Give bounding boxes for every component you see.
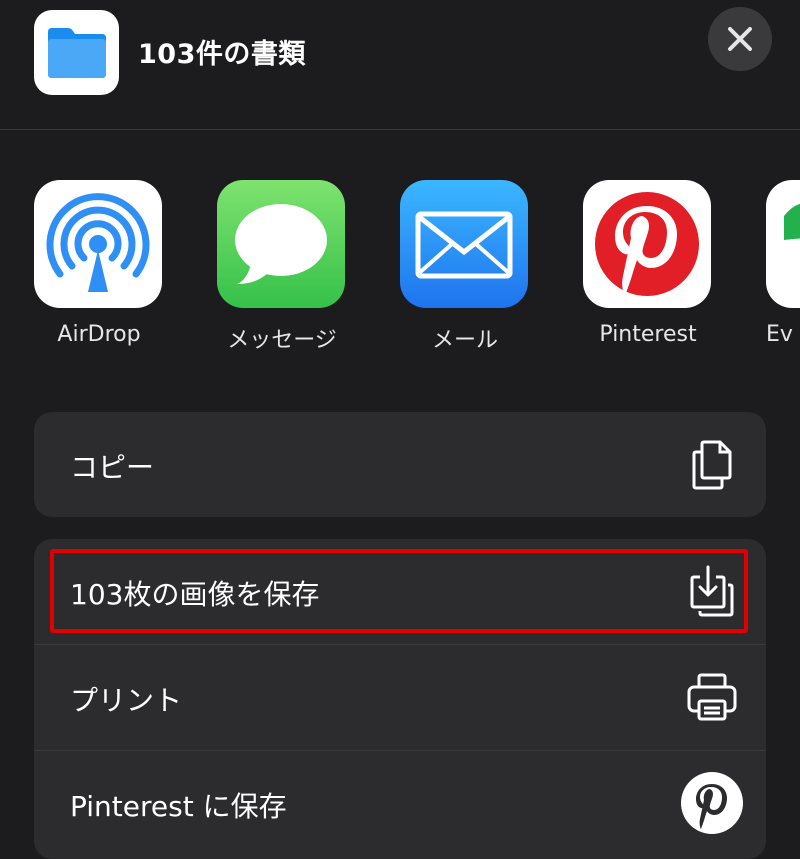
app-evernote[interactable]: Ev [766,180,800,347]
highlight-box [50,549,748,633]
app-mail[interactable]: メール [400,180,530,354]
app-pinterest[interactable]: Pinterest [583,180,713,347]
share-sheet-header: 103件の書類 [0,0,800,130]
evernote-icon [766,180,800,308]
share-title: 103件の書類 [138,39,306,70]
app-airdrop[interactable]: AirDrop [34,180,164,347]
messages-icon [217,180,345,308]
action-print[interactable]: プリント [34,645,766,751]
header-divider [0,129,800,130]
copy-icon [684,436,740,492]
app-label: AirDrop [57,322,141,347]
printer-icon [684,669,740,725]
mail-icon [400,180,528,308]
close-icon [728,27,752,51]
close-button[interactable] [708,7,772,71]
save-pinterest-label: Pinterest に保存 [70,790,287,823]
pinterest-icon [583,180,711,308]
app-messages[interactable]: メッセージ [217,180,347,354]
airdrop-icon [34,180,162,308]
app-label: メッセージ [227,328,337,353]
app-share-row[interactable]: AirDrop メッセージ メール Pinterest Ev [0,180,800,360]
print-label: プリント [70,684,183,717]
copy-label: コピー [70,451,155,484]
pinterest-icon [680,771,744,835]
copy-group: コピー [34,412,766,517]
action-copy[interactable]: コピー [34,412,766,517]
action-save-pinterest[interactable]: Pinterest に保存 [34,751,766,856]
folder-icon [34,10,119,95]
app-label: Pinterest [599,322,697,347]
app-label: Ev [766,322,793,347]
app-label: メール [431,328,498,353]
